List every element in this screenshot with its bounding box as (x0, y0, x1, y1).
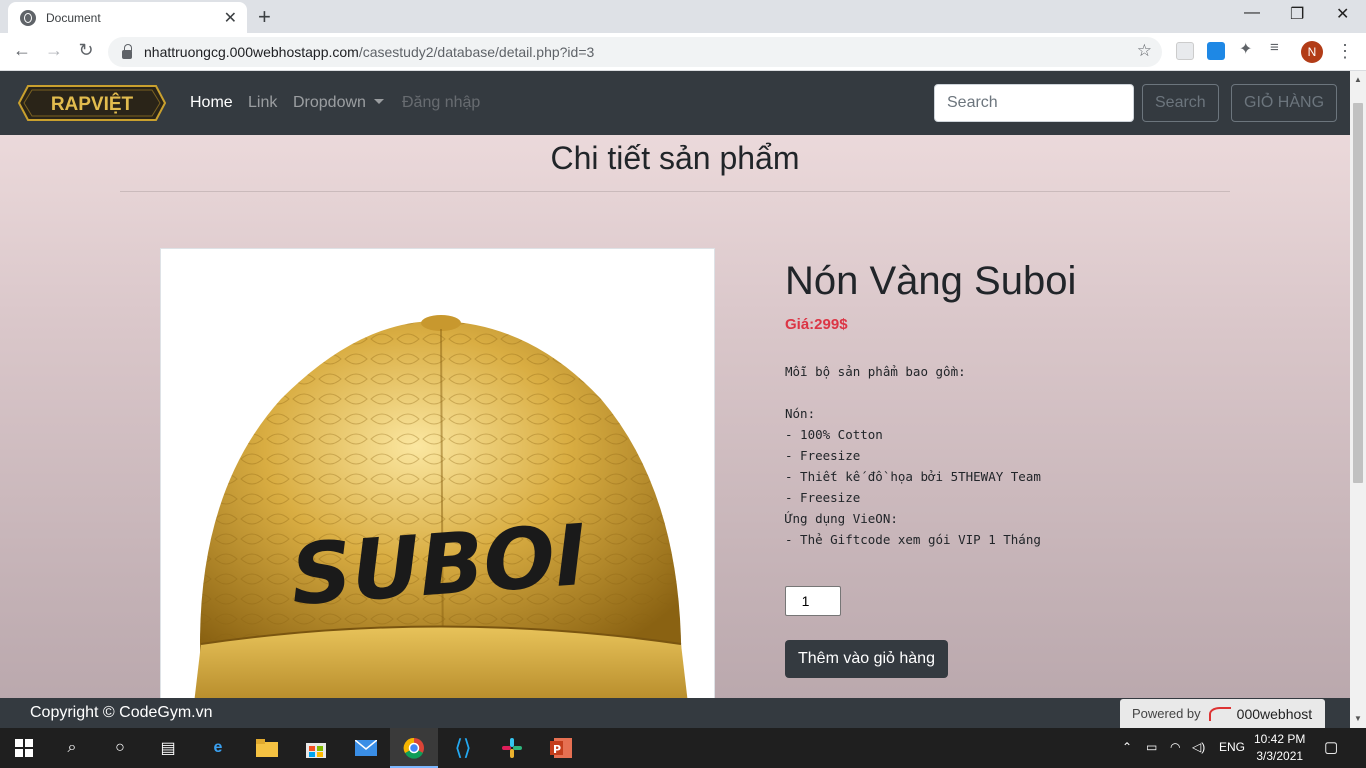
product-image: SUBOI (160, 248, 715, 728)
browser-tab-bar: Document ✕ + — ❐ ✕ (0, 0, 1366, 33)
battery-icon[interactable]: ▭ (1146, 740, 1157, 754)
powered-by-brand: 000webhost (1236, 705, 1313, 722)
powered-by-label: Powered by (1132, 706, 1201, 721)
site-navbar: RAPVIỆT Home Link Dropdown Đăng nhập Sea… (0, 71, 1350, 135)
clock-date: 3/3/2021 (1256, 749, 1304, 763)
file-explorer-icon[interactable] (255, 736, 279, 760)
edge-icon[interactable]: e (206, 736, 230, 760)
window-close-icon[interactable]: ✕ (1336, 4, 1349, 24)
store-icon[interactable] (304, 736, 328, 760)
gold-cap-illustration: SUBOI (191, 315, 691, 727)
search-button[interactable]: Search (1142, 84, 1219, 122)
nav-dropdown-label: Dropdown (293, 94, 366, 111)
cortana-icon[interactable]: ○ (108, 736, 132, 760)
product-name: Nón Vàng Suboi (785, 259, 1077, 303)
nav-link-home[interactable]: Home (190, 94, 233, 112)
tray-chevron-icon[interactable]: ⌃ (1122, 740, 1132, 754)
scrollbar-thumb[interactable] (1353, 103, 1363, 483)
mail-icon[interactable] (354, 736, 378, 760)
svg-text:RAPVIỆT: RAPVIỆT (51, 93, 134, 115)
scroll-down-icon[interactable]: ▼ (1354, 714, 1362, 723)
copyright-text: Copyright © CodeGym.vn (30, 704, 213, 721)
profile-avatar[interactable]: N (1301, 41, 1323, 63)
reload-icon[interactable]: ↻ (74, 40, 98, 61)
browser-toolbar: ← → ↻ nhattruongcg.000webhostapp.com/cas… (0, 33, 1366, 71)
extension-icon[interactable] (1176, 42, 1194, 60)
browser-tab[interactable]: Document ✕ (8, 2, 247, 33)
forward-icon[interactable]: → (42, 40, 66, 61)
windows-start-icon[interactable] (12, 736, 36, 760)
nav-link-link[interactable]: Link (248, 94, 277, 112)
new-tab-button[interactable]: + (258, 4, 271, 30)
bookmark-star-icon[interactable]: ☆ (1137, 41, 1152, 61)
svg-text:SUBOI: SUBOI (288, 506, 590, 624)
search-icon[interactable]: ⌕ (60, 736, 84, 760)
svg-text:P: P (553, 743, 561, 756)
language-indicator[interactable]: ENG (1219, 740, 1245, 754)
address-bar[interactable]: nhattruongcg.000webhostapp.com/casestudy… (108, 37, 1162, 67)
taskbar-clock[interactable]: 10:42 PM 3/3/2021 (1254, 731, 1305, 765)
powered-by-badge[interactable]: Powered by 000webhost (1120, 699, 1325, 728)
site-footer: Copyright © CodeGym.vn Powered by 000web… (0, 698, 1350, 728)
volume-icon[interactable]: ◁) (1192, 740, 1205, 754)
vscode-icon[interactable]: ⟨⟩ (451, 735, 475, 760)
product-price: Giá:299$ (785, 316, 848, 333)
lock-icon[interactable] (122, 43, 132, 59)
url-text: nhattruongcg.000webhostapp.com/casestudy… (144, 44, 595, 60)
cart-button[interactable]: GIỎ HÀNG (1231, 84, 1338, 122)
caret-down-icon (373, 99, 384, 104)
task-view-icon[interactable]: ▤ (156, 736, 180, 760)
puzzle-icon[interactable]: ✦ (1239, 39, 1257, 58)
wifi-icon[interactable]: ◠ (1170, 740, 1180, 754)
windows-taskbar: ⌕ ○ ▤ e ⟨⟩ P ⌃ ▭ ◠ ◁) ENG 10:42 PM 3/3/2… (0, 728, 1366, 768)
webhost-logo-icon (1208, 706, 1231, 721)
close-tab-icon[interactable]: ✕ (224, 8, 237, 28)
scroll-up-icon[interactable]: ▲ (1354, 75, 1362, 84)
add-to-cart-button[interactable]: Thêm vào giỏ hàng (785, 640, 948, 678)
search-input[interactable] (934, 84, 1134, 122)
minimize-icon[interactable]: — (1244, 4, 1260, 22)
quantity-input[interactable] (785, 586, 841, 616)
nav-dropdown[interactable]: Dropdown (293, 94, 384, 112)
clock-time: 10:42 PM (1254, 732, 1306, 746)
slack-icon[interactable] (500, 736, 524, 760)
notification-icon[interactable]: ▢ (1324, 738, 1338, 756)
back-icon[interactable]: ← (10, 40, 34, 61)
chrome-icon[interactable] (402, 736, 426, 760)
menu-kebab-icon[interactable]: ⋮ (1336, 41, 1354, 62)
page-viewport: RAPVIỆT Home Link Dropdown Đăng nhập Sea… (0, 71, 1350, 728)
page-scrollbar[interactable]: ▲ ▼ (1350, 71, 1366, 728)
tab-title: Document (46, 10, 101, 25)
page-title: Chi tiết sản phẩm (550, 140, 800, 176)
extension-fi-icon[interactable] (1207, 42, 1225, 60)
powerpoint-icon[interactable]: P (549, 736, 573, 760)
divider (120, 191, 1230, 192)
rapviet-logo[interactable]: RAPVIỆT (18, 84, 166, 122)
media-control-icon[interactable]: ≡ (1270, 39, 1288, 57)
nav-link-login[interactable]: Đăng nhập (402, 94, 480, 112)
product-description: Mỗi bộ sản phẩm bao gồm: Nón: - 100% Cot… (785, 364, 1041, 547)
globe-icon (20, 9, 36, 26)
restore-icon[interactable]: ❐ (1290, 4, 1304, 24)
